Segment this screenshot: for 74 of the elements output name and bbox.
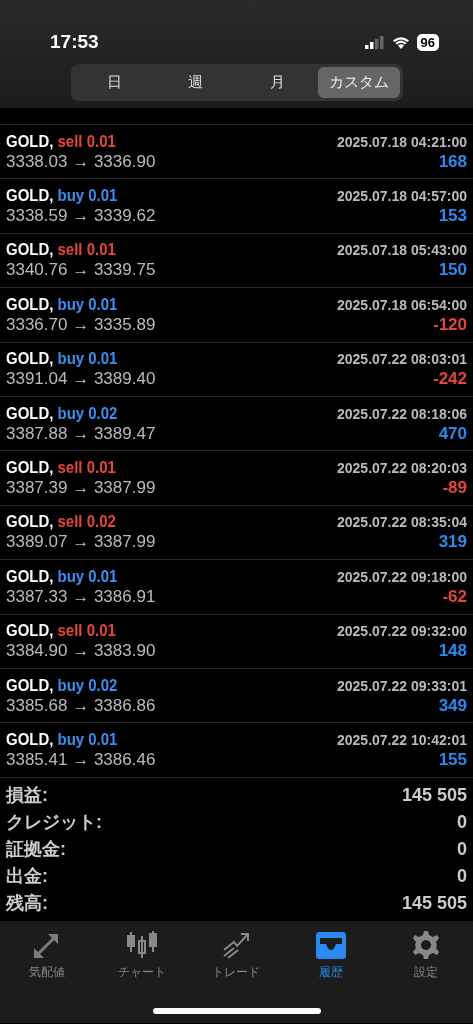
- deal-prices: 3387.39 → 3387.99: [6, 478, 156, 499]
- deal-time: 2025.07.18 06:54:00: [337, 296, 467, 313]
- deal-profit: 150: [438, 260, 467, 281]
- summary-value: 145 505: [401, 892, 467, 914]
- deal-time: 2025.07.22 08:20:03: [337, 460, 467, 477]
- summary-label: クレジット:: [6, 811, 102, 835]
- deal-time: 2025.07.22 08:03:01: [337, 351, 467, 368]
- deal-title: GOLD, sell 0.01: [6, 240, 116, 261]
- deal-profit: -89: [442, 478, 467, 499]
- deal-time: 2025.07.22 08:18:06: [337, 405, 467, 422]
- deal-prices: 3336.70 → 3335.89: [6, 314, 156, 335]
- summary-value: 0: [457, 838, 467, 860]
- deal-time: 2025.07.22 10:42:01: [337, 732, 467, 748]
- deal-title: GOLD, buy 0.02: [6, 403, 118, 424]
- deal-profit: -62: [442, 586, 467, 607]
- summary-value: 0: [457, 865, 467, 887]
- deal-profit: 349: [438, 695, 467, 716]
- nav-tab[interactable]: チャート: [94, 928, 190, 982]
- deal-title: GOLD, buy 0.01: [6, 566, 118, 587]
- deal-prices: 3340.76 → 3339.75: [6, 260, 156, 281]
- deal-title: GOLD, sell 0.02: [6, 512, 116, 533]
- summary-label: 損益:: [6, 784, 48, 808]
- deal-prices: 3387.88 → 3389.47: [6, 423, 156, 444]
- deal-title: GOLD, buy 0.01: [6, 294, 118, 315]
- nav-tab[interactable]: トレード: [189, 928, 284, 982]
- deal-prices: 3385.68 → 3386.86: [6, 695, 156, 716]
- deal-title: GOLD, sell 0.01: [6, 621, 116, 642]
- deal-prices: 3385.41 → 3386.46: [6, 750, 156, 770]
- nav-tab[interactable]: 設定: [378, 928, 473, 982]
- deal-profit: 470: [438, 423, 467, 444]
- deal-title: GOLD, buy 0.01: [6, 186, 118, 207]
- summary-label: 証拠金:: [6, 838, 66, 862]
- deal-prices: 3338.59 → 3339.62: [6, 206, 156, 227]
- period-tab[interactable]: 日: [73, 67, 155, 98]
- period-tab[interactable]: カスタム: [318, 67, 400, 98]
- summary-value: 0: [457, 811, 467, 833]
- battery-level: 96: [416, 33, 439, 51]
- deal-prices: 3338.03 → 3336.90: [6, 151, 156, 172]
- summary-label: 出金:: [6, 865, 48, 889]
- deal-prices: 3387.33 → 3386.91: [6, 586, 156, 607]
- wifi-icon: [391, 35, 410, 49]
- summary-value: 145 505: [401, 784, 467, 806]
- period-tab[interactable]: 週: [155, 67, 237, 98]
- deal-prices: 3384.90 → 3383.90: [6, 641, 156, 662]
- deal-time: 2025.07.22 09:32:00: [337, 623, 467, 640]
- gear-icon: [410, 929, 441, 960]
- deal-prices: 3391.04 → 3389.40: [6, 369, 156, 390]
- status-time: 17:53: [50, 31, 99, 53]
- deal-time: 2025.07.22 09:33:01: [337, 677, 467, 694]
- signal-icon: [364, 35, 385, 49]
- deal-prices: 3389.07 → 3387.99: [6, 532, 156, 553]
- deal-profit: 168: [438, 151, 467, 172]
- period-tab[interactable]: 月: [236, 67, 318, 98]
- candlestick-icon: [125, 929, 158, 960]
- deal-profit: -120: [432, 314, 467, 335]
- summary-label: 残高:: [6, 892, 48, 916]
- deal-profit: -242: [432, 369, 467, 390]
- deal-time: 2025.07.18 05:43:00: [337, 242, 467, 259]
- deal-profit: 148: [438, 641, 467, 662]
- nav-tab[interactable]: 気配値: [0, 928, 95, 982]
- deal-time: 2025.07.18 04:21:00: [337, 133, 467, 150]
- nav-tab[interactable]: 履歴: [283, 928, 379, 982]
- deal-title: GOLD, sell 0.01: [6, 131, 116, 152]
- deal-profit: 155: [438, 750, 467, 770]
- deal-title: GOLD, buy 0.01: [6, 730, 118, 750]
- deal-title: GOLD, buy 0.01: [6, 349, 118, 370]
- deal-time: 2025.07.22 08:35:04: [337, 514, 467, 531]
- inbox-icon: [315, 929, 348, 960]
- deal-title: GOLD, sell 0.01: [6, 458, 116, 479]
- deal-profit: 319: [438, 532, 467, 553]
- deal-time: 2025.07.18 04:57:00: [337, 188, 467, 205]
- deal-profit: 153: [438, 206, 467, 227]
- deal-title: GOLD, buy 0.02: [6, 675, 118, 696]
- deal-time: 2025.07.22 09:18:00: [337, 568, 467, 585]
